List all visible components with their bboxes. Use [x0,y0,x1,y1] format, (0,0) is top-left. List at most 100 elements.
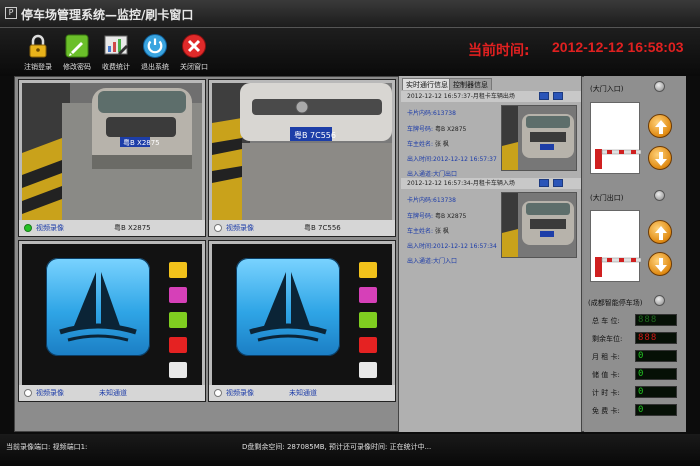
color-button-white[interactable] [169,362,187,378]
parking-lot-name: (成都智能停车场) [588,299,643,307]
color-button-red[interactable] [359,337,377,353]
current-time-label: 当前时间: [468,43,530,59]
camera-caption-3: 视频录像 未知通道 [19,385,205,401]
edit-icon [65,34,89,58]
change-password-label: 修改密码 [63,63,91,71]
sailboat-logo [46,258,150,356]
video-record-link-2[interactable]: 视频录像 [226,223,254,233]
pass-record-1: 2012-12-12 16:57:37-月租卡车辆出场 卡片内码:613738 … [401,91,581,186]
current-time-value: 2012-12-12 16:58:03 [552,39,684,55]
record-time-2: 出入时间:2012-12-12 16:57:34 [407,243,497,250]
record-plate-2: 车牌号码: 粤B X2875 [407,213,467,220]
camera-channel-3: 未知通道 [99,389,127,397]
car-image [502,106,576,170]
sailboat-icon [59,272,137,342]
color-button-yellow[interactable] [359,262,377,278]
close-window-button[interactable]: 关闭窗口 [174,31,214,75]
camera-view-3[interactable]: 视频录像 未知通道 [18,240,206,402]
camera-select-radio-1[interactable] [24,224,32,232]
color-button-white[interactable] [359,362,377,378]
stat-remaining-label: 剩余车位: [592,335,623,343]
plate-text-2: 粤B 7C556 [294,130,336,140]
color-button-magenta[interactable] [169,287,187,303]
pass-record-2: 2012-12-12 16:57:34-月租卡车辆入场 卡片内码:613738 … [401,178,581,273]
camera-view-4[interactable]: 视频录像 未知通道 [208,240,396,402]
status-record-port: 当前录像端口: 视频端口1: [6,443,88,451]
stat-stored-value-value: 0 [635,368,677,380]
barrier-gate-icon [595,149,642,169]
record-plate-1: 车牌号码: 粤B X2875 [407,126,467,133]
logout-button[interactable]: 注销登录 [18,31,58,75]
camera-view-2[interactable]: 粤B 7C556 视频录像 粤B 7C556 [208,79,396,237]
prev-record-button[interactable] [539,179,549,187]
camera-caption-2: 视频录像 粤B 7C556 [209,220,395,236]
app-icon: P [5,7,17,19]
record-header-text-1: 2012-12-12 16:57:37-月租卡车辆出场 [407,93,515,100]
camera-select-radio-4[interactable] [214,389,222,397]
gate-entrance-open-button[interactable] [648,114,672,138]
record-header-1: 2012-12-12 16:57:37-月租卡车辆出场 [401,91,581,102]
window-title: 停车场管理系统—监控/刷卡窗口 [21,8,194,22]
logout-label: 注销登录 [24,63,52,71]
record-channel-2: 出入通道:大门入口 [407,258,458,265]
record-owner-1: 车主姓名: 张 枫 [407,141,449,148]
stats-refresh-button[interactable] [654,295,665,306]
next-record-button[interactable] [553,92,563,100]
record-header-2: 2012-12-12 16:57:34-月租卡车辆入场 [401,178,581,189]
video-record-link-1[interactable]: 视频录像 [36,223,64,233]
gate-exit-close-button[interactable] [648,252,672,276]
color-button-red[interactable] [169,337,187,353]
gate-exit-open-button[interactable] [648,220,672,244]
camera-select-radio-3[interactable] [24,389,32,397]
record-time-1: 出入时间:2012-12-12 16:57:37 [407,156,497,163]
record-card-2: 卡片内码:613738 [407,197,456,204]
record-snapshot-2[interactable] [501,192,577,258]
gate-entrance-close-button[interactable] [648,146,672,170]
arrow-down-icon [655,258,667,272]
car-image: 粤B 7C556 [212,83,392,220]
arrow-up-icon [655,120,667,134]
gate-entrance-refresh-button[interactable] [654,81,665,92]
change-password-button[interactable]: 修改密码 [57,31,97,75]
stat-timed-value: 0 [635,386,677,398]
color-button-yellow[interactable] [169,262,187,278]
pass-info-panel: 实时通行信息 控制器信息 2012-12-12 16:57:37-月租卡车辆出场… [398,76,582,432]
fee-stats-button[interactable]: 收费统计 [96,31,136,75]
plate-text-1: 粤B X2875 [123,138,160,147]
arrow-down-icon [655,152,667,166]
record-header-text-2: 2012-12-12 16:57:34-月租卡车辆入场 [407,180,515,187]
record-card-1: 卡片内码:613738 [407,110,456,117]
video-record-link-4[interactable]: 视频录像 [226,388,254,398]
stat-total-label: 总 车 位: [592,317,620,325]
prev-record-button[interactable] [539,92,549,100]
camera-select-radio-2[interactable] [214,224,222,232]
record-owner-2: 车主姓名: 张 枫 [407,228,449,235]
color-button-green[interactable] [169,312,187,328]
camera-feed-1: 粤B X2875 [22,83,202,220]
sailboat-logo [236,258,340,356]
camera-plate-2: 粤B 7C556 [304,224,341,232]
status-disk-space: D盘剩余空间: 287085MB, 预计还可录像时间: 正在统计中... [242,443,432,451]
camera-caption-1: 视频录像 粤B X2875 [19,220,205,236]
exit-system-button[interactable]: 退出系统 [135,31,175,75]
chart-icon [104,35,128,55]
exit-system-label: 退出系统 [141,63,169,71]
camera-plate-1: 粤B X2875 [114,224,151,232]
video-record-link-3[interactable]: 视频录像 [36,388,64,398]
tab-controller-info[interactable]: 控制器信息 [449,78,492,90]
arrow-up-icon [655,226,667,240]
next-record-button[interactable] [553,179,563,187]
color-button-green[interactable] [359,312,377,328]
gate-exit-refresh-button[interactable] [654,190,665,201]
tab-realtime-info[interactable]: 实时通行信息 [402,78,452,90]
stat-remaining-value: 888 [635,332,677,344]
stat-free-value: 0 [635,404,677,416]
record-snapshot-1[interactable] [501,105,577,171]
color-button-magenta[interactable] [359,287,377,303]
stat-stored-value-label: 储 值 卡: [592,371,620,379]
camera-view-1[interactable]: 粤B X2875 视频录像 粤B X2875 [18,79,206,237]
stat-monthly-label: 月 租 卡: [592,353,620,361]
gate-control-panel: (大门入口) (大门出口) (成都智能停车场) 总 车 位: 888 剩余车位:… [584,76,686,432]
camera-feed-3 [22,244,202,385]
camera-feed-2: 粤B 7C556 [212,83,392,220]
